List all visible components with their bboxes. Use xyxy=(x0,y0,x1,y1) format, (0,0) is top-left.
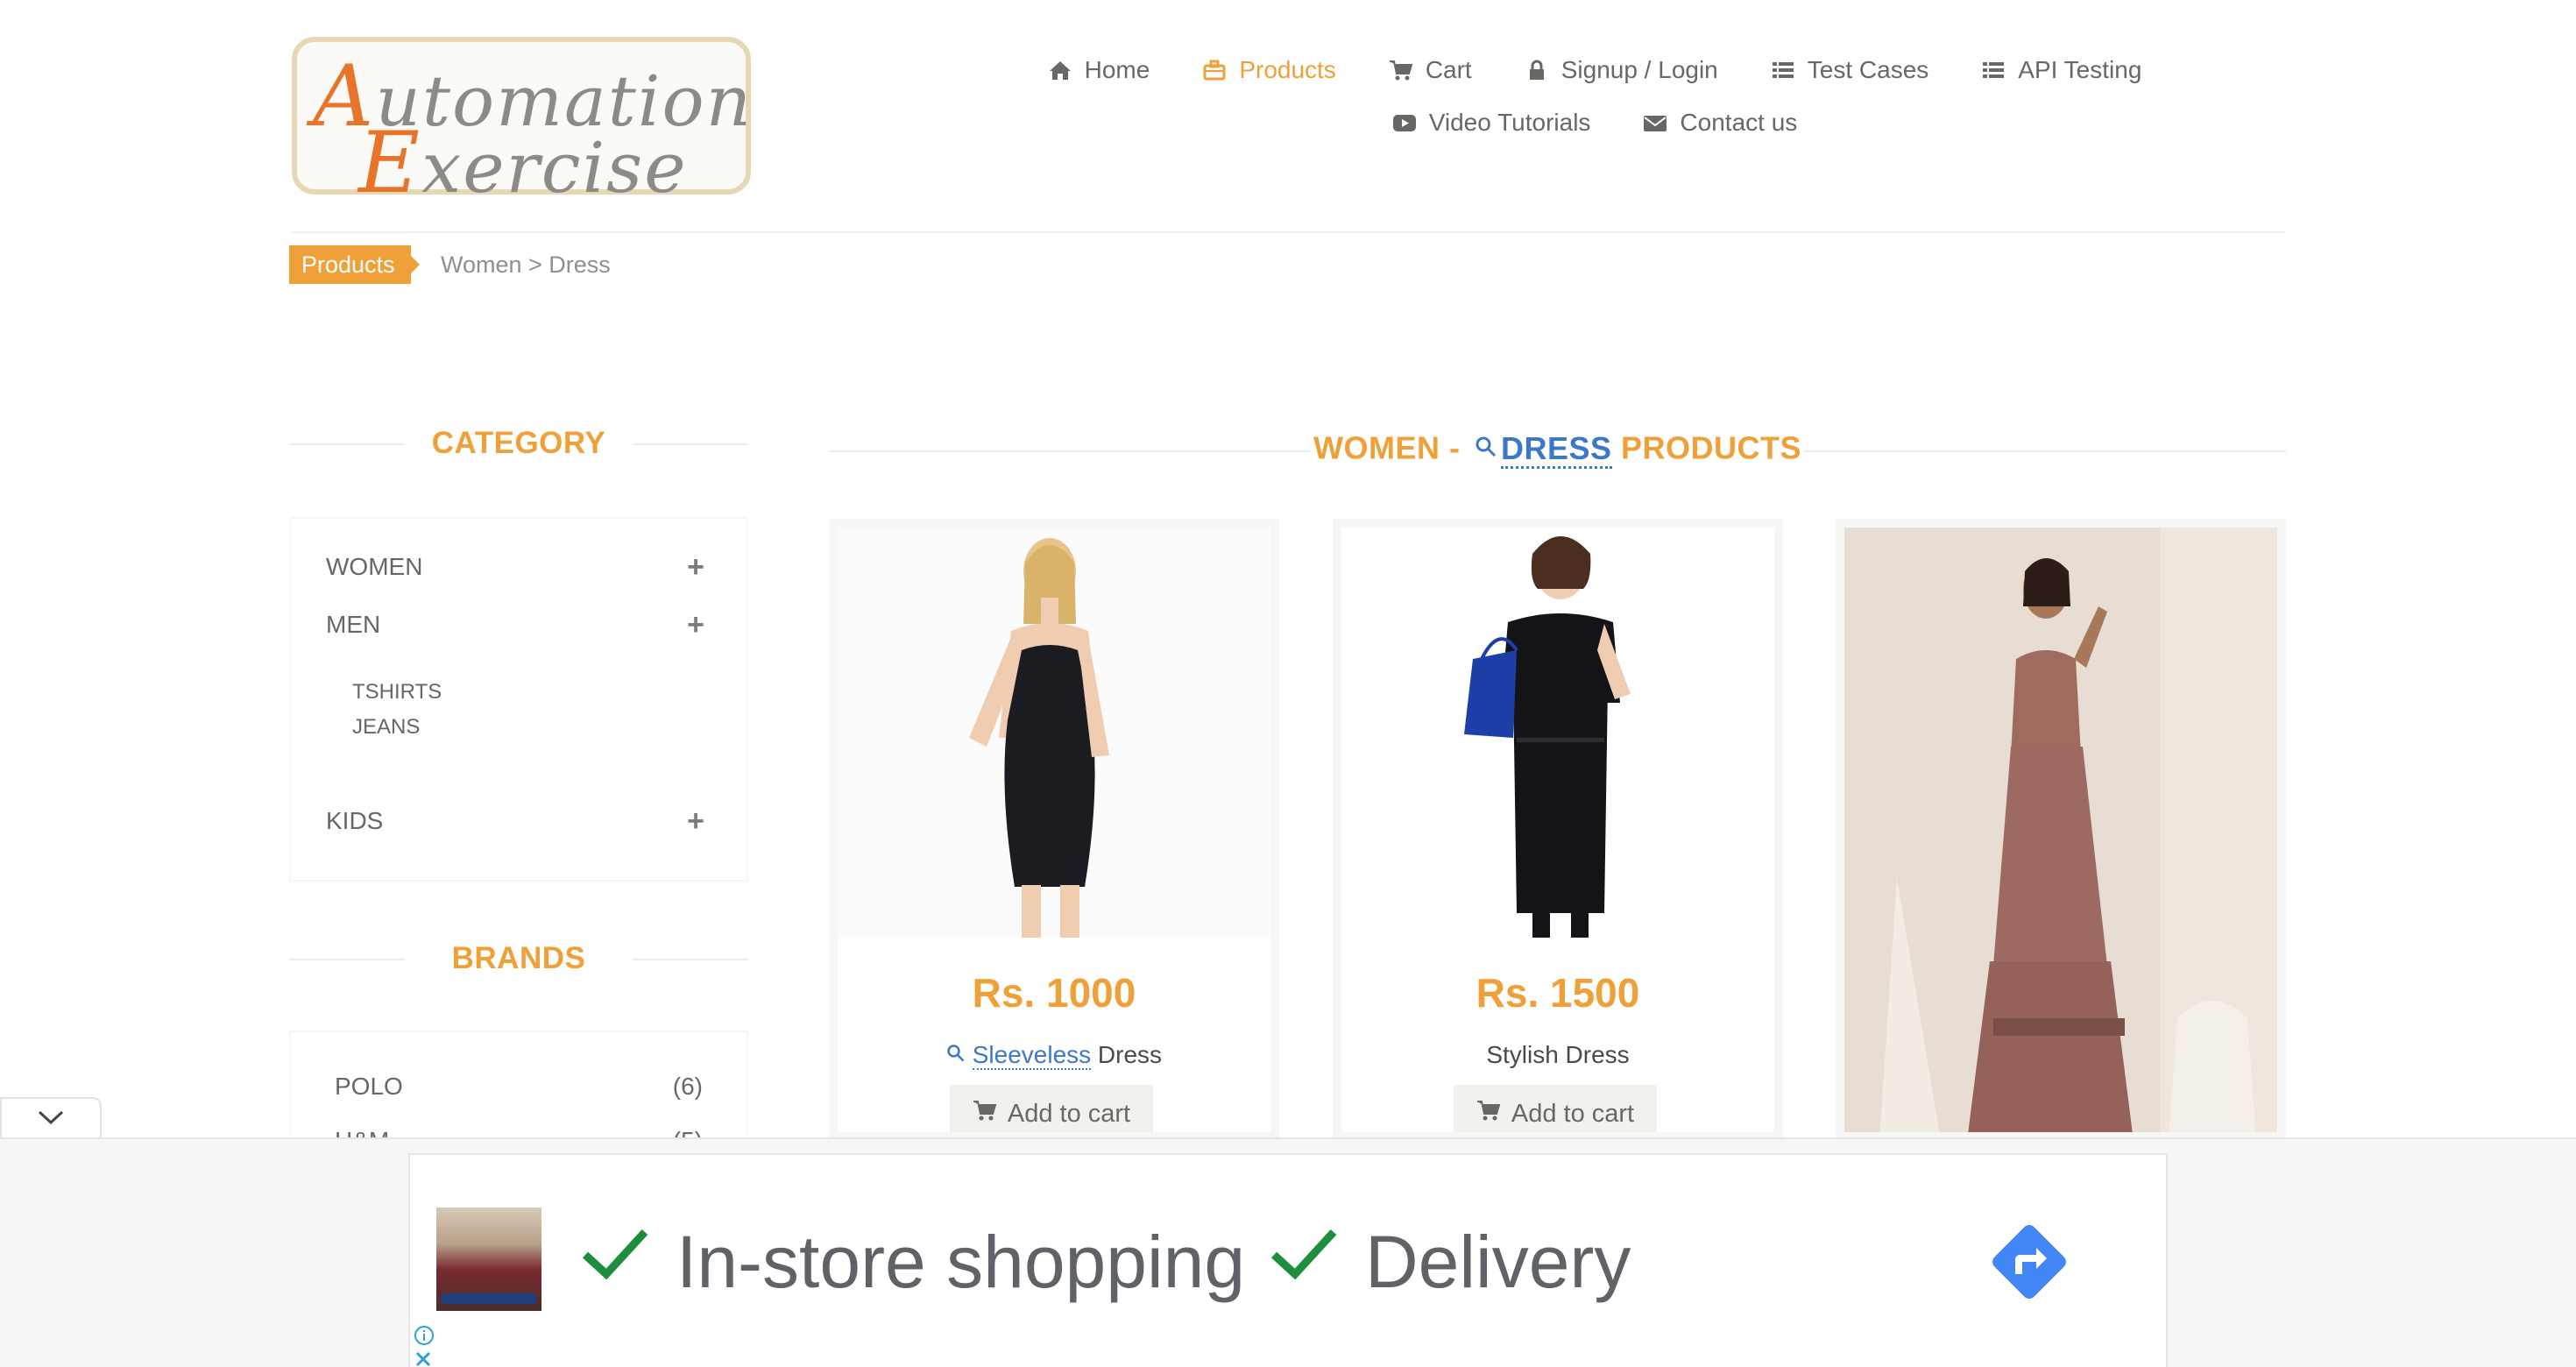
category-heading: CATEGORY xyxy=(289,426,748,461)
category-men-label: MEN xyxy=(326,611,381,638)
directions-arrow-icon[interactable] xyxy=(1985,1218,2073,1306)
breadcrumb-path: Women > Dress xyxy=(441,251,611,278)
page: Automation Exercise Home Products Cart S… xyxy=(0,0,2576,1367)
info-icon[interactable] xyxy=(414,1325,435,1350)
nav-video-tutorials-label: Video Tutorials xyxy=(1428,109,1591,136)
youtube-play-icon xyxy=(1392,110,1417,135)
category-panel: WOMEN + MEN + TSHIRTS JEANS KIDS + xyxy=(289,517,748,882)
list-icon xyxy=(1981,58,2006,82)
nav-row-1: Home Products Cart Signup / Login Test C… xyxy=(964,47,2226,93)
product-price: Rs. 1000 xyxy=(972,970,1136,1016)
nav-home[interactable]: Home xyxy=(1048,56,1150,84)
ad-banner: In-store shopping Delivery xyxy=(0,1137,2576,1367)
brand-polo-name: POLO xyxy=(335,1073,403,1100)
ad-feature-2: Delivery xyxy=(1269,1218,1631,1306)
product-card: Rs. 1000 Sleeveless Dress Add to cart xyxy=(829,519,1279,1141)
nav-test-cases[interactable]: Test Cases xyxy=(1771,56,1929,84)
category-women-label: WOMEN xyxy=(326,553,423,580)
product-name: Sleeveless Dress xyxy=(838,1041,1270,1070)
add-to-cart-button[interactable]: Add to cart xyxy=(1454,1085,1657,1132)
category-men[interactable]: MEN + xyxy=(326,610,704,640)
brand-polo-count: (6) xyxy=(672,1073,703,1100)
product-name: Stylish Dress xyxy=(1486,1041,1630,1068)
add-to-cart-label: Add to cart xyxy=(1007,1099,1131,1128)
cart-icon xyxy=(1389,58,1413,82)
subcategory-tshirts[interactable]: TSHIRTS xyxy=(352,680,442,705)
product-price: Rs. 1500 xyxy=(1476,970,1640,1016)
products-heading-highlight[interactable]: DRESS xyxy=(1500,429,1612,469)
ad-content[interactable]: In-store shopping Delivery xyxy=(408,1153,2168,1367)
product-image[interactable] xyxy=(1844,528,2277,1132)
products-heading-prefix: WOMEN - xyxy=(1313,429,1469,466)
lock-icon xyxy=(1525,58,1549,82)
nav-api-testing-label: API Testing xyxy=(2018,56,2142,83)
logo-line-2: Exercise xyxy=(358,114,688,212)
subcategory-jeans[interactable]: JEANS xyxy=(352,715,420,740)
list-icon xyxy=(1771,58,1795,82)
product-image[interactable] xyxy=(1341,528,1774,938)
brands-heading: BRANDS xyxy=(289,941,748,976)
product-card xyxy=(1836,519,2286,1141)
ad-feature-1-label: In-store shopping xyxy=(676,1220,1246,1303)
product-name-highlight[interactable]: Sleeveless xyxy=(972,1041,1092,1070)
cart-icon xyxy=(973,1098,997,1130)
nav-products[interactable]: Products xyxy=(1202,56,1336,84)
site-logo[interactable]: Automation Exercise xyxy=(292,37,751,212)
add-to-cart-label: Add to cart xyxy=(1511,1099,1635,1128)
nav-video-tutorials[interactable]: Video Tutorials xyxy=(1392,109,1591,137)
plus-icon[interactable]: + xyxy=(687,806,704,836)
ad-collapse-button[interactable] xyxy=(0,1097,102,1139)
product-image[interactable] xyxy=(838,528,1270,938)
category-kids-label: KIDS xyxy=(326,807,384,834)
nav-products-label: Products xyxy=(1239,56,1336,83)
nav-cart[interactable]: Cart xyxy=(1389,56,1472,84)
add-to-cart-button[interactable]: Add to cart xyxy=(950,1085,1153,1132)
brand-polo[interactable]: POLO (6) xyxy=(335,1073,703,1101)
nav-api-testing[interactable]: API Testing xyxy=(1981,56,2141,84)
product-name-rest: Dress xyxy=(1091,1041,1163,1068)
nav-contact-us-label: Contact us xyxy=(1680,109,1798,136)
products-heading: WOMEN - DRESS PRODUCTS xyxy=(829,429,2286,471)
nav-signup-login[interactable]: Signup / Login xyxy=(1525,56,1718,84)
nav-contact-us[interactable]: Contact us xyxy=(1643,109,1797,137)
cart-icon xyxy=(1476,1098,1501,1130)
product-card: Rs. 1500 Stylish Dress Add to cart xyxy=(1333,519,1783,1141)
products-heading-suffix: PRODUCTS xyxy=(1611,429,1802,466)
checkmark-icon xyxy=(1269,1218,1339,1306)
plus-icon[interactable]: + xyxy=(687,552,704,582)
chevron-down-icon xyxy=(36,1108,66,1130)
category-women[interactable]: WOMEN + xyxy=(326,552,704,582)
magnifier-icon xyxy=(946,1041,966,1068)
home-icon xyxy=(1048,58,1072,82)
envelope-icon xyxy=(1643,110,1667,135)
header-divider xyxy=(292,231,2286,233)
main-nav: Home Products Cart Signup / Login Test C… xyxy=(964,47,2226,145)
briefcase-icon xyxy=(1202,58,1227,82)
nav-row-2: Video Tutorials Contact us xyxy=(964,100,2226,145)
breadcrumb-products[interactable]: Products xyxy=(289,245,420,284)
category-kids[interactable]: KIDS + xyxy=(326,806,704,836)
checkmark-icon xyxy=(580,1218,650,1306)
close-icon[interactable] xyxy=(414,1349,433,1367)
ad-thumbnail[interactable] xyxy=(436,1208,541,1311)
magnifier-icon xyxy=(1475,429,1497,466)
nav-test-cases-label: Test Cases xyxy=(1807,56,1929,83)
nav-cart-label: Cart xyxy=(1425,56,1472,83)
nav-home-label: Home xyxy=(1084,56,1150,83)
nav-signup-login-label: Signup / Login xyxy=(1560,56,1718,83)
ad-feature-2-label: Delivery xyxy=(1365,1220,1631,1303)
plus-icon[interactable]: + xyxy=(687,610,704,640)
ad-feature-1: In-store shopping xyxy=(580,1218,1245,1306)
